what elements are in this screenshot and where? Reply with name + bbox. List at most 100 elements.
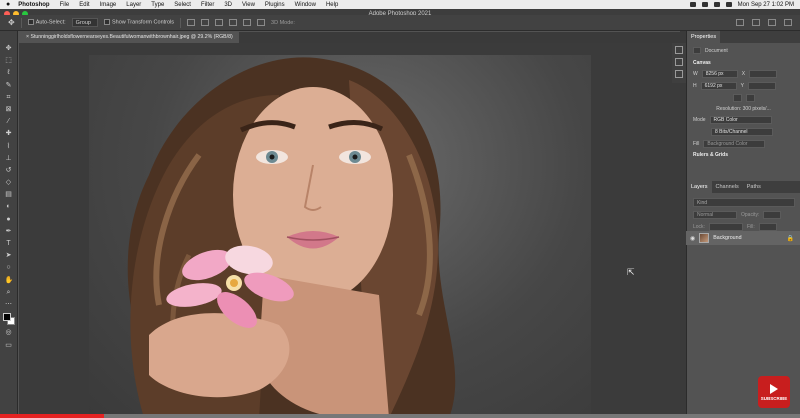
- fill-dropdown[interactable]: Background Color: [703, 140, 766, 148]
- workspace-icon[interactable]: [768, 19, 776, 26]
- subscribe-button[interactable]: SUBSCRIBE: [758, 376, 790, 408]
- play-icon: [770, 383, 778, 394]
- menu-app-name[interactable]: Photoshop: [18, 2, 49, 8]
- hand-tool-icon[interactable]: ✋: [5, 277, 14, 285]
- dodge-tool-icon[interactable]: ●: [5, 216, 13, 224]
- width-field[interactable]: 8256 px: [701, 70, 738, 78]
- history-brush-icon[interactable]: ↺: [5, 167, 13, 175]
- fill-opacity-label: Fill:: [746, 224, 755, 230]
- menu-select[interactable]: Select: [174, 2, 191, 8]
- video-progress-bar[interactable]: [0, 414, 800, 418]
- lasso-tool-icon[interactable]: ℓ: [5, 69, 13, 77]
- visibility-eye-icon[interactable]: ◉: [690, 235, 695, 242]
- frame-tool-icon[interactable]: ⊠: [5, 106, 13, 114]
- lock-buttons[interactable]: [708, 223, 743, 231]
- clock[interactable]: Mon Sep 27 1:02 PM: [738, 2, 794, 8]
- blur-tool-icon[interactable]: ◐: [5, 203, 13, 211]
- layers-panel: Kind Normal Opacity: Lock: Fill:: [687, 194, 800, 235]
- battery-icon[interactable]: [713, 2, 720, 7]
- gradient-tool-icon[interactable]: ▤: [5, 191, 13, 199]
- screen-mode-icon[interactable]: ▭: [5, 342, 13, 350]
- align-right-icon[interactable]: [215, 19, 224, 26]
- menu-edit[interactable]: Edit: [79, 2, 89, 8]
- height-label: H: [693, 83, 697, 89]
- canvas-section-title[interactable]: Canvas: [693, 60, 794, 66]
- rulers-section-title[interactable]: Rulers & Grids: [693, 152, 794, 158]
- align-bottom-icon[interactable]: [257, 19, 266, 26]
- mode-dropdown[interactable]: RGB Color: [709, 116, 772, 124]
- more-tools-icon[interactable]: ⋯: [5, 301, 13, 309]
- align-left-icon[interactable]: [187, 19, 196, 26]
- type-tool-icon[interactable]: T: [5, 240, 13, 248]
- document-tab[interactable]: × Stunninggirlholdsflowernearseyes.Beaut…: [20, 32, 239, 43]
- path-select-icon[interactable]: ➤: [5, 252, 13, 260]
- eyedropper-tool-icon[interactable]: ⁄: [5, 118, 13, 126]
- menu-view[interactable]: View: [242, 2, 255, 8]
- quick-mask-icon[interactable]: ◎: [5, 329, 13, 337]
- status-icon[interactable]: [689, 2, 696, 7]
- foreground-color-swatch[interactable]: [2, 313, 11, 322]
- brush-tool-icon[interactable]: ⌇: [5, 143, 13, 151]
- menu-plugins[interactable]: Plugins: [265, 2, 285, 8]
- fill-field[interactable]: [758, 223, 777, 231]
- menu-type[interactable]: Type: [151, 2, 164, 8]
- mouse-cursor-icon: ⇱: [627, 267, 635, 277]
- panel-icon[interactable]: [675, 70, 683, 78]
- home-icon[interactable]: [736, 19, 744, 26]
- x-field[interactable]: [749, 70, 778, 78]
- layer-row[interactable]: ◉ Background 🔒: [686, 231, 800, 245]
- color-swatches[interactable]: [2, 313, 15, 326]
- opacity-field[interactable]: [763, 211, 782, 219]
- show-transform-checkbox[interactable]: Show Transform Controls: [103, 19, 174, 26]
- tab-paths[interactable]: Paths: [743, 181, 765, 193]
- group-dropdown[interactable]: Group: [71, 18, 98, 27]
- portrait-image: [127, 57, 456, 418]
- layer-name[interactable]: Background: [713, 235, 741, 241]
- marquee-tool-icon[interactable]: ⬚: [5, 57, 13, 65]
- tab-layers[interactable]: Layers: [687, 181, 712, 193]
- bits-dropdown[interactable]: 8 Bits/Channel: [711, 128, 773, 136]
- shape-tool-icon[interactable]: ○: [5, 264, 13, 272]
- menu-3d[interactable]: 3D: [224, 2, 232, 8]
- layer-thumbnail: [699, 233, 710, 243]
- wifi-icon[interactable]: [725, 2, 732, 7]
- align-center-icon[interactable]: [201, 19, 210, 26]
- apple-icon[interactable]: ●: [6, 1, 10, 8]
- menu-image[interactable]: Image: [100, 2, 117, 8]
- canvas-area[interactable]: ⇱: [19, 43, 680, 418]
- tab-properties[interactable]: Properties: [687, 31, 721, 43]
- menu-filter[interactable]: Filter: [201, 2, 214, 8]
- move-tool-icon[interactable]: ✥: [5, 45, 13, 53]
- align-top-icon[interactable]: [229, 19, 238, 26]
- tab-channels[interactable]: Channels: [712, 181, 743, 193]
- zoom-tool-icon[interactable]: ⌕: [5, 289, 13, 297]
- options-bar: ✥ Auto-Select: Group Show Transform Cont…: [0, 15, 800, 31]
- stamp-tool-icon[interactable]: ⊥: [5, 155, 13, 163]
- y-field[interactable]: [747, 82, 776, 90]
- align-middle-icon[interactable]: [243, 19, 252, 26]
- healing-brush-icon[interactable]: ✚: [5, 130, 13, 138]
- panel-icon[interactable]: [675, 46, 683, 54]
- eraser-tool-icon[interactable]: ◇: [5, 179, 13, 187]
- menu-help[interactable]: Help: [326, 2, 338, 8]
- menu-file[interactable]: File: [60, 2, 70, 8]
- search-icon[interactable]: [752, 19, 760, 26]
- landscape-orientation-icon[interactable]: [745, 94, 755, 102]
- crop-tool-icon[interactable]: ⌗: [5, 94, 13, 102]
- blend-mode-dropdown[interactable]: Normal: [693, 211, 737, 219]
- photo-canvas[interactable]: [89, 55, 591, 418]
- auto-select-checkbox[interactable]: Auto-Select:: [27, 19, 66, 26]
- share-icon[interactable]: [784, 19, 792, 26]
- panel-icon[interactable]: [675, 58, 683, 66]
- move-tool-icon[interactable]: ✥: [8, 18, 15, 27]
- lock-icon[interactable]: 🔒: [787, 235, 794, 242]
- height-field[interactable]: 6192 px: [700, 82, 737, 90]
- quick-select-tool-icon[interactable]: ✎: [5, 82, 13, 90]
- pen-tool-icon[interactable]: ✒: [5, 228, 13, 236]
- close-tab-icon[interactable]: ×: [26, 34, 29, 40]
- layer-filter-dropdown[interactable]: Kind: [693, 198, 795, 207]
- status-icon[interactable]: [701, 2, 708, 7]
- menu-window[interactable]: Window: [295, 2, 316, 8]
- menu-layer[interactable]: Layer: [126, 2, 141, 8]
- portrait-orientation-icon[interactable]: [732, 94, 742, 102]
